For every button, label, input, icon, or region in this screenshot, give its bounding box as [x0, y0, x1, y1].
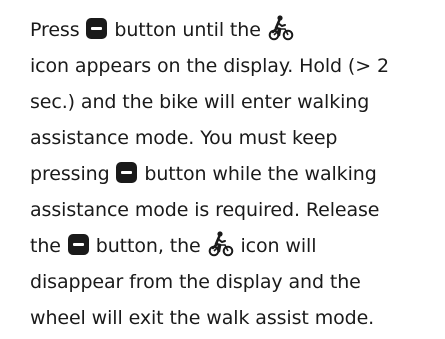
text-pressing: pressing — [30, 163, 116, 185]
text-the: the — [30, 235, 67, 257]
text-button-the: button, the — [89, 235, 207, 257]
text-press: Press — [30, 19, 86, 41]
instruction-line-4: assistance mode. You must keep — [30, 127, 338, 149]
minus-button-icon — [116, 162, 138, 183]
instruction-line-2: icon appears on the display. Hold (> 2 — [30, 55, 389, 77]
text-icon-will: icon will — [234, 235, 317, 257]
walking-bike-icon — [208, 231, 233, 257]
instruction-line-8: disappear from the display and the — [30, 271, 361, 293]
walking-bike-icon — [268, 15, 294, 41]
instruction-line-1: Press button until the — [30, 12, 442, 48]
instruction-paragraph: Press button until the icon appears on t… — [30, 12, 442, 336]
instruction-line-6: assistance mode is required. Release — [30, 199, 380, 221]
text-button-while: button while the walking — [138, 163, 377, 185]
instruction-line-7: the button, the icon will — [30, 228, 442, 264]
minus-button-icon — [86, 18, 108, 39]
instruction-line-3: sec.) and the bike will enter walking — [30, 91, 370, 113]
minus-button-icon — [67, 234, 89, 255]
instruction-line-9: wheel will exit the walk assist mode. — [30, 307, 375, 329]
text-button-until: button until the — [108, 19, 267, 41]
instruction-line-5: pressing button while the walking — [30, 156, 442, 192]
